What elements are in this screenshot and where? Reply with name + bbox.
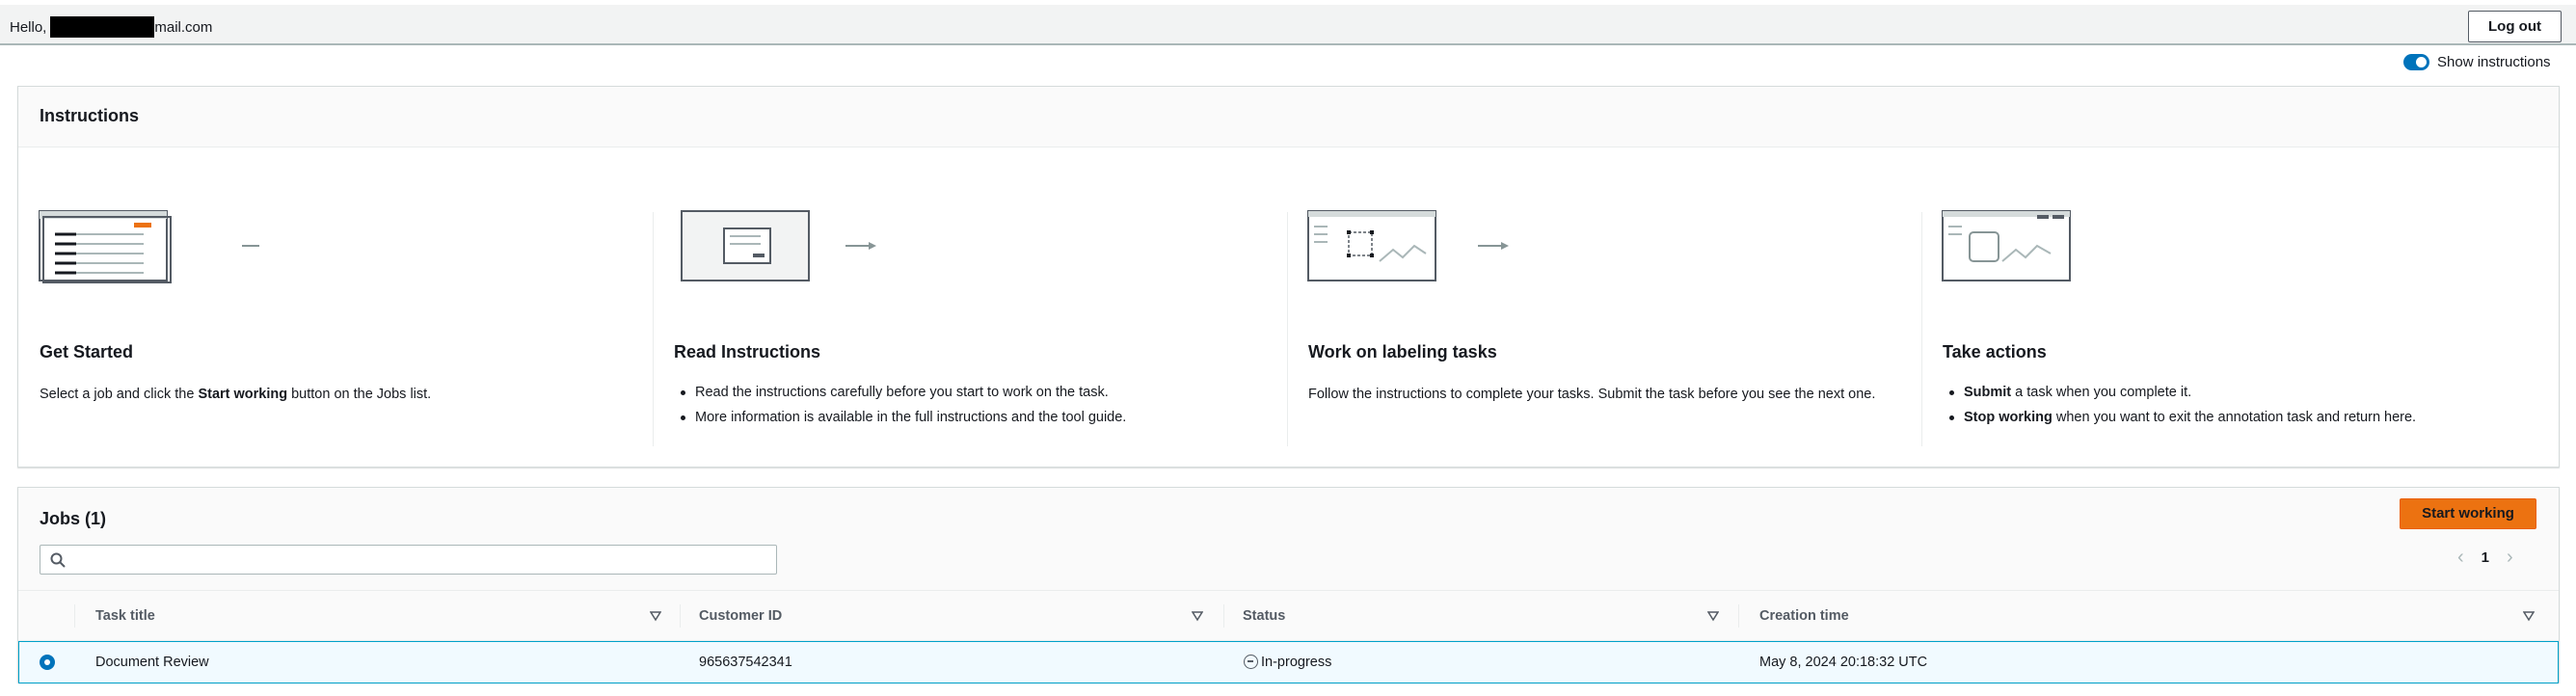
sort-icon[interactable] xyxy=(1707,610,1719,622)
column-header-task-title[interactable]: Task title xyxy=(95,608,155,624)
instructions-panel: Instructions Get Started Select a job an… xyxy=(17,86,2560,468)
step-title: Get Started xyxy=(40,342,134,361)
instructions-title: Instructions xyxy=(18,87,2559,147)
cell-customer-id: 965637542341 xyxy=(699,655,792,670)
jobs-panel: Jobs (1) Start working ‹ 1 › Task title … xyxy=(17,487,2560,683)
column-separator xyxy=(74,604,75,628)
sort-icon[interactable] xyxy=(650,610,661,622)
actions-illustration xyxy=(1941,207,2095,288)
column-separator xyxy=(680,604,681,628)
step-title: Read Instructions xyxy=(674,342,821,361)
step-bullets: Read the instructions carefully before y… xyxy=(674,380,1126,430)
page-number[interactable]: 1 xyxy=(2482,549,2489,566)
start-working-button[interactable]: Start working xyxy=(2400,498,2536,529)
step-title: Work on labeling tasks xyxy=(1308,342,1497,361)
column-header-creation-time[interactable]: Creation time xyxy=(1759,608,1849,624)
show-instructions-toggle[interactable] xyxy=(2403,54,2429,70)
next-page-icon[interactable]: › xyxy=(2507,548,2513,567)
row-radio-selected[interactable] xyxy=(40,655,55,670)
table-row[interactable]: Document Review 965637542341 In-progress… xyxy=(18,641,2559,683)
step-read-instructions: Read Instructions Read the instructions … xyxy=(653,147,1287,468)
status-text: In-progress xyxy=(1261,655,1332,670)
sort-icon[interactable] xyxy=(2523,610,2535,622)
labeling-illustration xyxy=(1306,207,1528,288)
search-input[interactable] xyxy=(40,545,777,575)
step-take-actions: Take actions Submit a task when you comp… xyxy=(1921,147,2561,468)
sort-icon[interactable] xyxy=(1192,610,1203,622)
search-icon xyxy=(50,552,66,568)
logout-button[interactable]: Log out xyxy=(2468,11,2562,42)
step-description: Select a job and click the Start working… xyxy=(40,387,432,402)
jobs-title: Jobs (1) xyxy=(40,509,107,528)
in-progress-icon xyxy=(1244,655,1258,669)
pagination: ‹ 1 › xyxy=(2457,548,2513,567)
step-labeling-tasks: Work on labeling tasks Follow the instru… xyxy=(1287,147,1921,468)
step-bullet: Stop working when you want to exit the a… xyxy=(1943,405,2416,430)
previous-page-icon[interactable]: ‹ xyxy=(2457,548,2464,567)
redacted-email xyxy=(50,16,155,38)
greeting-prefix: Hello, xyxy=(10,18,47,36)
column-separator xyxy=(1738,604,1739,628)
cell-creation-time: May 8, 2024 20:18:32 UTC xyxy=(1759,655,1928,670)
column-separator xyxy=(1223,604,1224,628)
instructions-illustration xyxy=(672,207,894,288)
show-instructions-label: Show instructions xyxy=(2437,54,2551,70)
column-header-customer-id[interactable]: Customer ID xyxy=(699,608,782,624)
table-header: Task title Customer ID Status Creation t… xyxy=(18,591,2559,641)
column-header-status[interactable]: Status xyxy=(1243,608,1285,624)
step-bullet: Submit a task when you complete it. xyxy=(1943,380,2416,405)
job-list-illustration xyxy=(38,207,273,288)
step-bullet: More information is available in the ful… xyxy=(674,405,1126,430)
show-instructions-toggle-wrap[interactable]: Show instructions xyxy=(2403,54,2551,70)
cell-task-title: Document Review xyxy=(95,655,209,670)
step-description: Follow the instructions to complete your… xyxy=(1308,387,1876,402)
cell-status: In-progress xyxy=(1244,655,1331,670)
step-get-started: Get Started Select a job and click the S… xyxy=(18,147,653,468)
jobs-header: Jobs (1) Start working ‹ 1 › xyxy=(18,488,2559,591)
step-title: Take actions xyxy=(1943,342,2047,361)
step-bullets: Submit a task when you complete it. Stop… xyxy=(1943,380,2416,430)
greeting: Hello, mail.com xyxy=(10,16,212,38)
top-bar: Hello, mail.com Log out xyxy=(0,5,2576,45)
greeting-email-suffix: mail.com xyxy=(154,18,213,36)
step-bullet: Read the instructions carefully before y… xyxy=(674,380,1126,405)
